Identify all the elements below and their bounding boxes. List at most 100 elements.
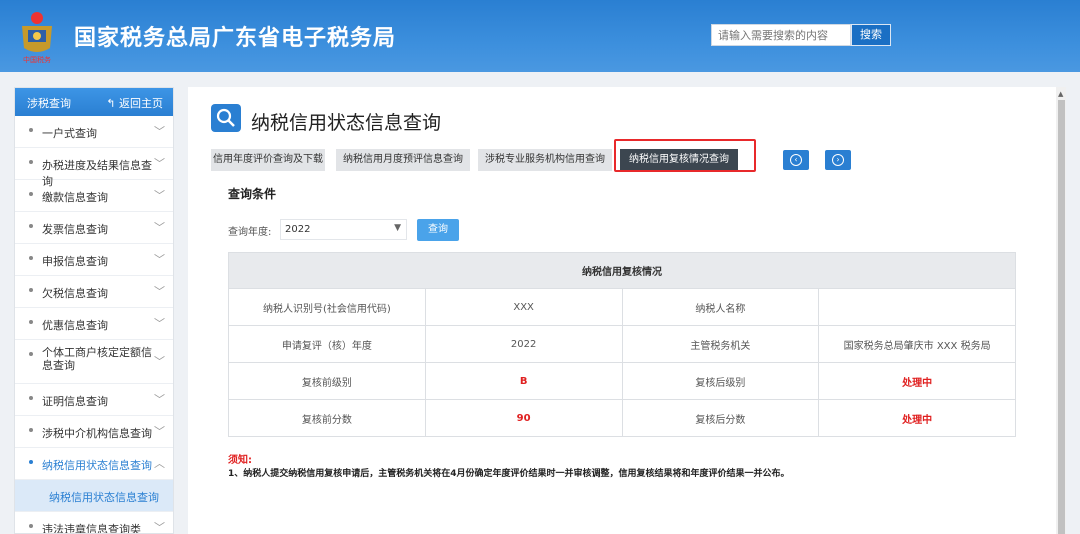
back-arrow-icon: ↰ <box>106 97 119 110</box>
table-cell: 纳税人识别号(社会信用代码) <box>228 288 426 326</box>
table-cell: 复核后级别 <box>621 362 820 400</box>
sidebar-item-violation[interactable]: 违法违章信息查询类 ﹀ <box>15 512 173 534</box>
year-select[interactable]: 2022 ▼ <box>280 219 407 240</box>
svg-text:中国税务: 中国税务 <box>23 55 51 64</box>
table-cell: 国家税务总局肇庆市 XXX 税务局 <box>818 325 1016 363</box>
chevron-down-icon: ﹀ <box>154 221 165 234</box>
sidebar: 涉税查询 ↰ 返回主页 一户式查询 ﹀ 办税进度及结果信息查询 ﹀ 缴款信息查询 ﹀ … <box>14 87 174 534</box>
chevron-down-icon: ﹀ <box>154 125 165 138</box>
sidebar-item-individual-quota[interactable]: 个体工商户核定定额信息查询 ﹀ <box>15 340 173 384</box>
chevron-down-icon: ﹀ <box>154 393 165 406</box>
table-cell <box>818 288 1016 326</box>
bullet-icon <box>29 224 33 228</box>
scrollbar-thumb[interactable] <box>1058 100 1065 534</box>
sidebar-item-label: 违法违章信息查询类 <box>42 523 141 534</box>
sidebar-header: 涉税查询 ↰ 返回主页 <box>15 88 173 116</box>
table-cell: 纳税人名称 <box>621 288 820 326</box>
highlight-annotation <box>614 139 756 172</box>
notice-title: 须知: <box>228 455 252 466</box>
table-cell: 申请复评（核）年度 <box>228 325 426 363</box>
year-select-value: 2022 <box>285 224 311 235</box>
tab-agency-credit[interactable]: 涉税专业服务机构信用查询 <box>478 149 612 171</box>
table-cell: 90 <box>424 399 623 437</box>
search-button[interactable]: 搜索 <box>851 24 891 46</box>
tax-emblem-icon: 中国税务 <box>22 12 52 64</box>
bullet-icon <box>29 288 33 292</box>
table-header: 纳税信用复核情况 <box>228 252 1016 289</box>
notice-text: 1、纳税人提交纳税信用复核申请后，主管税务机关将在4月份确定年度评价结果时一并审… <box>228 469 790 479</box>
bullet-icon <box>29 428 33 432</box>
query-button[interactable]: 查询 <box>417 219 459 241</box>
chevron-down-icon: ﹀ <box>154 317 165 330</box>
chevron-up-icon: ︿ <box>154 457 165 470</box>
sidebar-item-label: 个体工商户核定定额信息查询 <box>42 346 152 372</box>
chevron-down-icon: ﹀ <box>154 285 165 298</box>
chevron-down-icon: ﹀ <box>154 425 165 438</box>
sidebar-item-preferential[interactable]: 优惠信息查询 ﹀ <box>15 308 173 340</box>
table-cell: 复核后分数 <box>621 399 820 437</box>
chevron-down-icon: ﹀ <box>154 521 165 534</box>
scroll-up-icon[interactable]: ▲ <box>1058 90 1063 98</box>
table-cell: 处理中 <box>818 399 1016 437</box>
table-row: 申请复评（核）年度 2022 主管税务机关 国家税务总局肇庆市 XXX 税务局 <box>228 325 1016 363</box>
page-title: 纳税信用状态信息查询 <box>251 112 442 134</box>
tab-annual-evaluation[interactable]: 信用年度评价查询及下载 <box>211 149 325 171</box>
bullet-icon <box>29 460 33 464</box>
query-conditions-title: 查询条件 <box>228 187 277 201</box>
site-title: 国家税务总局广东省电子税务局 <box>74 26 397 51</box>
chevron-down-icon: ﹀ <box>154 253 165 266</box>
chevron-down-icon: ﹀ <box>154 189 165 202</box>
sidebar-item-label: 缴款信息查询 <box>42 191 108 204</box>
sidebar-item-credit-status[interactable]: 纳税信用状态信息查询 ︿ <box>15 448 173 480</box>
bullet-icon <box>29 524 33 528</box>
bullet-icon <box>29 128 33 132</box>
sidebar-item-label: 优惠信息查询 <box>42 319 108 332</box>
search-input[interactable] <box>711 24 851 46</box>
tab-monthly-pre-evaluation[interactable]: 纳税信用月度预评信息查询 <box>336 149 470 171</box>
chevron-down-icon: ﹀ <box>154 355 165 368</box>
back-home-link[interactable]: ↰ 返回主页 <box>106 95 163 111</box>
table-row: 复核前分数 90 复核后分数 处理中 <box>228 399 1016 437</box>
sidebar-item-label: 证明信息查询 <box>42 395 108 408</box>
table-cell: XXX <box>424 288 623 326</box>
sidebar-item-certificate[interactable]: 证明信息查询 ﹀ <box>15 384 173 416</box>
sidebar-subitem-credit-status[interactable]: 纳税信用状态信息查询 <box>15 480 173 512</box>
table-cell: 复核前级别 <box>228 362 426 400</box>
chevron-left-icon: ‹ <box>790 154 802 166</box>
table-cell: B <box>424 362 623 400</box>
sidebar-item-label: 一户式查询 <box>42 127 97 140</box>
bullet-icon <box>29 192 33 196</box>
sidebar-title: 涉税查询 <box>27 97 71 110</box>
review-result-table: 纳税信用复核情况 纳税人识别号(社会信用代码) XXX 纳税人名称 申请复评（核… <box>228 252 1016 437</box>
sidebar-item-arrears[interactable]: 欠税信息查询 ﹀ <box>15 276 173 308</box>
search-icon <box>211 104 241 132</box>
sidebar-item-label: 涉税中介机构信息查询 <box>42 427 152 440</box>
sidebar-item-payment[interactable]: 缴款信息查询 ﹀ <box>15 180 173 212</box>
table-row: 复核前级别 B 复核后级别 处理中 <box>228 362 1016 400</box>
sidebar-item-label: 发票信息查询 <box>42 223 108 236</box>
back-home-label: 返回主页 <box>119 97 163 110</box>
caret-down-icon: ▼ <box>394 223 401 233</box>
sidebar-item-household[interactable]: 一户式查询 ﹀ <box>15 116 173 148</box>
table-cell: 主管税务机关 <box>621 325 820 363</box>
top-banner: 中国税务 国家税务总局广东省电子税务局 搜索 <box>0 0 1080 72</box>
sidebar-item-agency[interactable]: 涉税中介机构信息查询 ﹀ <box>15 416 173 448</box>
sidebar-item-label: 欠税信息查询 <box>42 287 108 300</box>
table-cell: 2022 <box>424 325 623 363</box>
tab-next-button[interactable]: › <box>825 150 851 170</box>
bullet-icon <box>29 396 33 400</box>
chevron-right-icon: › <box>832 154 844 166</box>
bullet-icon <box>29 160 33 164</box>
sidebar-item-label: 申报信息查询 <box>42 255 108 268</box>
tab-prev-button[interactable]: ‹ <box>783 150 809 170</box>
sidebar-subitem-label: 纳税信用状态信息查询 <box>49 491 159 504</box>
table-cell: 处理中 <box>818 362 1016 400</box>
table-row: 纳税人识别号(社会信用代码) XXX 纳税人名称 <box>228 288 1016 326</box>
bullet-icon <box>29 320 33 324</box>
sidebar-item-invoice[interactable]: 发票信息查询 ﹀ <box>15 212 173 244</box>
sidebar-item-declaration[interactable]: 申报信息查询 ﹀ <box>15 244 173 276</box>
sidebar-item-progress[interactable]: 办税进度及结果信息查询 ﹀ <box>15 148 173 188</box>
sidebar-item-label: 纳税信用状态信息查询 <box>42 459 152 472</box>
bullet-icon <box>29 352 33 356</box>
bullet-icon <box>29 256 33 260</box>
